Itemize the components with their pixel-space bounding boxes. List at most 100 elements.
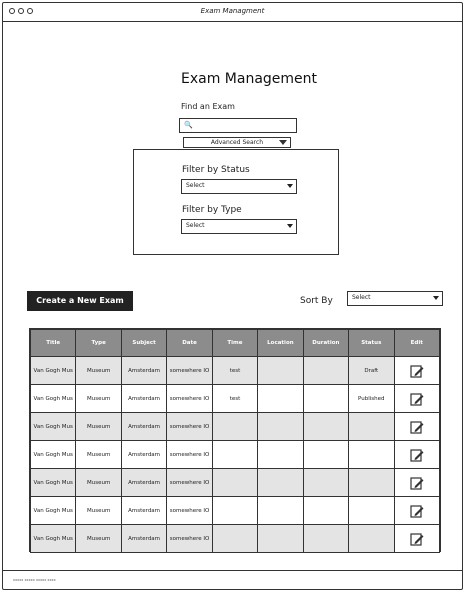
exam-table: Title Type Subject Date Time Location Duration… <box>29 328 441 553</box>
table-cell-date: somewhere IO <box>166 496 213 525</box>
table-body: Van Gogh Mus Museum Amsterdam somewhere IO t… <box>29 356 440 553</box>
table-cell-date: somewhere IO <box>166 384 213 413</box>
table-cell-time <box>211 412 259 441</box>
filter-type-value: Select <box>186 222 205 229</box>
table-row: Van Gogh Mus Museum Amsterdam somewhere IO t… <box>29 356 440 385</box>
edit-pencil-icon[interactable] <box>410 532 424 546</box>
table-cell-time: test <box>211 384 259 413</box>
exam-grid: Title Type Subject Date Time Location Duration… <box>29 329 440 553</box>
table-row: Van Gogh Mus Museum Amsterdam somewhere IO <box>29 468 440 497</box>
find-exam-label: Find an Exam <box>181 102 235 111</box>
table-cell-title: Van Gogh Mus <box>29 468 77 497</box>
table-cell-subject: Amsterdam <box>120 384 168 413</box>
edit-pencil-icon[interactable] <box>410 504 424 518</box>
table-cell-title: Van Gogh Mus <box>29 496 77 525</box>
table-cell-location <box>257 524 304 553</box>
table-cell-title: Van Gogh Mus <box>29 412 77 441</box>
table-cell-edit <box>393 356 440 385</box>
column-header-date: Date <box>166 329 213 357</box>
table-cell-status <box>348 496 395 525</box>
table-cell-subject: Amsterdam <box>120 524 168 553</box>
table-cell-subject: Amsterdam <box>120 440 168 469</box>
edit-pencil-icon[interactable] <box>410 364 424 378</box>
table-cell-subject: Amsterdam <box>120 468 168 497</box>
filter-type-select[interactable]: Select <box>181 219 297 234</box>
table-cell-type: Museum <box>75 384 122 413</box>
table-cell-time <box>211 524 259 553</box>
table-cell-subject: Amsterdam <box>120 412 168 441</box>
table-cell-date: somewhere IO <box>166 440 213 469</box>
column-header-location: Location <box>257 329 304 357</box>
table-cell-location <box>257 468 304 497</box>
table-cell-edit <box>393 440 440 469</box>
table-row: Van Gogh Mus Museum Amsterdam somewhere IO <box>29 524 440 553</box>
table-cell-type: Museum <box>75 412 122 441</box>
table-row: Van Gogh Mus Museum Amsterdam somewhere IO <box>29 412 440 441</box>
footer-text: xxxxx xxxxx xxxxx xxxx <box>13 578 56 582</box>
filter-status-select[interactable]: Select <box>181 179 297 194</box>
table-cell-status: Published <box>348 384 395 413</box>
edit-pencil-icon[interactable] <box>410 448 424 462</box>
table-cell-type: Museum <box>75 468 122 497</box>
table-cell-duration <box>302 468 350 497</box>
dropdown-arrow-icon <box>287 184 293 188</box>
table-cell-type: Museum <box>75 440 122 469</box>
table-cell-time <box>211 496 259 525</box>
column-header-subject: Subject <box>120 329 168 357</box>
table-cell-status <box>348 412 395 441</box>
edit-pencil-icon[interactable] <box>410 476 424 490</box>
edit-pencil-icon[interactable] <box>410 392 424 406</box>
table-cell-title: Van Gogh Mus <box>29 356 77 385</box>
table-cell-status: Draft <box>348 356 395 385</box>
table-cell-type: Museum <box>75 356 122 385</box>
table-row: Van Gogh Mus Museum Amsterdam somewhere IO t… <box>29 384 440 413</box>
table-cell-edit <box>393 412 440 441</box>
table-cell-location <box>257 496 304 525</box>
table-cell-date: somewhere IO <box>166 412 213 441</box>
advanced-search-button[interactable]: Advanced Search <box>183 137 291 148</box>
column-header-status: Status <box>348 329 395 357</box>
table-cell-type: Museum <box>75 496 122 525</box>
column-header-duration: Duration <box>302 329 350 357</box>
page-title: Exam Management <box>181 71 318 87</box>
table-cell-edit <box>393 468 440 497</box>
table-cell-date: somewhere IO <box>166 468 213 497</box>
table-cell-location <box>257 384 304 413</box>
table-cell-title: Van Gogh Mus <box>29 440 77 469</box>
filter-type-label: Filter by Type <box>182 205 242 215</box>
table-cell-time <box>211 468 259 497</box>
dropdown-arrow-icon <box>287 224 293 228</box>
window-title: Exam Managment <box>200 7 265 15</box>
table-cell-time: test <box>211 356 259 385</box>
table-cell-type: Museum <box>75 524 122 553</box>
table-cell-status <box>348 440 395 469</box>
filter-status-value: Select <box>186 182 205 189</box>
browser-window: Exam Managment Exam Management Find an E… <box>2 2 463 590</box>
footer-divider <box>3 570 462 571</box>
dropdown-arrow-icon <box>433 296 439 300</box>
table-cell-duration <box>302 524 350 553</box>
sort-by-label: Sort By <box>300 296 333 306</box>
table-row: Van Gogh Mus Museum Amsterdam somewhere IO <box>29 496 440 525</box>
table-cell-edit <box>393 384 440 413</box>
table-cell-duration <box>302 412 350 441</box>
advanced-filter-panel: Filter by Status Select Filter by Type S… <box>133 149 339 255</box>
edit-pencil-icon[interactable] <box>410 420 424 434</box>
table-cell-duration <box>302 356 350 385</box>
table-cell-edit <box>393 496 440 525</box>
filter-status-label: Filter by Status <box>182 165 250 175</box>
sort-by-select[interactable]: Select <box>347 291 443 306</box>
advanced-search-label: Advanced Search <box>210 139 264 146</box>
table-cell-location <box>257 356 304 385</box>
table-cell-title: Van Gogh Mus <box>29 524 77 553</box>
search-box[interactable]: 🔍 <box>179 118 297 133</box>
table-cell-duration <box>302 496 350 525</box>
table-cell-location <box>257 440 304 469</box>
create-exam-button[interactable]: Create a New Exam <box>27 291 133 311</box>
search-input[interactable] <box>194 120 296 133</box>
table-cell-date: somewhere IO <box>166 524 213 553</box>
table-cell-date: somewhere IO <box>166 356 213 385</box>
table-cell-status <box>348 468 395 497</box>
sort-by-value: Select <box>352 294 371 301</box>
table-cell-subject: Amsterdam <box>120 496 168 525</box>
